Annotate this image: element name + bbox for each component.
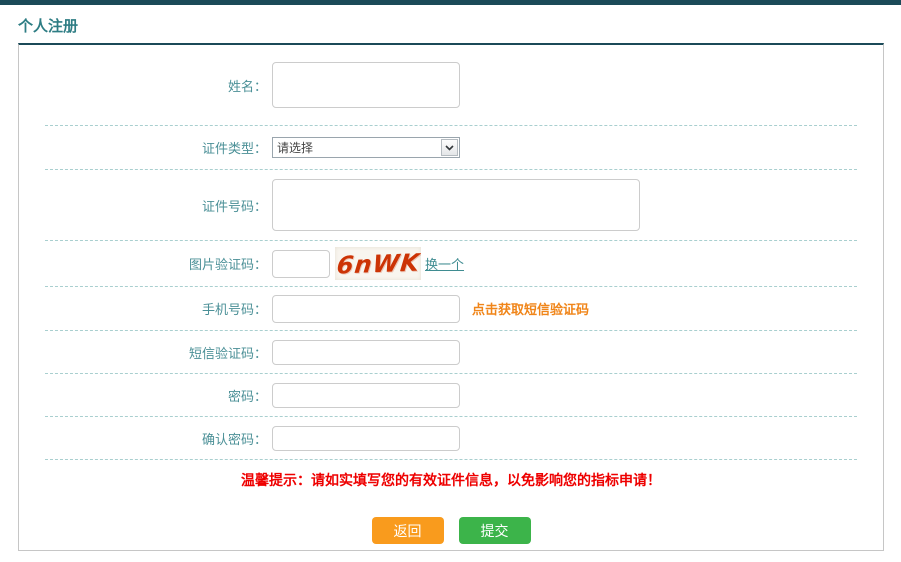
form-row-captcha: 图片验证码： 6nWK 换一个 (19, 241, 883, 286)
get-sms-code-link[interactable]: 点击获取短信验证码 (472, 299, 589, 318)
confirm-password-input[interactable] (272, 426, 460, 451)
phone-label: 手机号码： (19, 299, 267, 318)
id-number-label: 证件号码： (19, 196, 267, 215)
back-button[interactable]: 返回 (372, 517, 444, 544)
id-number-input[interactable] (272, 179, 640, 231)
id-type-select[interactable]: 请选择 (272, 137, 460, 158)
chevron-down-icon[interactable] (441, 139, 458, 156)
password-label: 密码： (19, 386, 267, 405)
name-input[interactable] (272, 62, 460, 108)
form-row-password: 密码： (19, 374, 883, 416)
name-label: 姓名： (19, 76, 267, 95)
captcha-refresh-link[interactable]: 换一个 (425, 254, 464, 273)
form-row-sms-code: 短信验证码： (19, 331, 883, 373)
form-row-id-type: 证件类型： 请选择 (19, 126, 883, 169)
sms-code-label: 短信验证码： (19, 343, 267, 362)
form-row-confirm-password: 确认密码： (19, 417, 883, 459)
registration-form-panel: 姓名： 证件类型： 请选择 证件号码： 图片验证码： 6nWK (18, 43, 884, 551)
phone-input[interactable] (272, 295, 460, 323)
id-type-label: 证件类型： (19, 138, 267, 157)
form-row-id-number: 证件号码： (19, 170, 883, 240)
password-input[interactable] (272, 383, 460, 408)
warning-text: 温馨提示：请如实填写您的有效证件信息，以免影响您的指标申请！ (241, 470, 661, 490)
top-accent-bar (0, 0, 901, 5)
confirm-password-label: 确认密码： (19, 429, 267, 448)
captcha-label: 图片验证码： (19, 254, 267, 273)
id-type-selected-value: 请选择 (273, 139, 313, 156)
sms-code-input[interactable] (272, 340, 460, 365)
captcha-image[interactable]: 6nWK (335, 247, 421, 280)
form-row-phone: 手机号码： 点击获取短信验证码 (19, 287, 883, 330)
form-row-name: 姓名： (19, 45, 883, 125)
captcha-input[interactable] (272, 250, 330, 278)
button-row: 返回 提交 (19, 517, 883, 544)
submit-button[interactable]: 提交 (459, 517, 531, 544)
captcha-code-text: 6nWK (335, 248, 421, 279)
page-title: 个人注册 (18, 15, 901, 36)
warning-row: 温馨提示：请如实填写您的有效证件信息，以免影响您的指标申请！ (19, 460, 883, 500)
